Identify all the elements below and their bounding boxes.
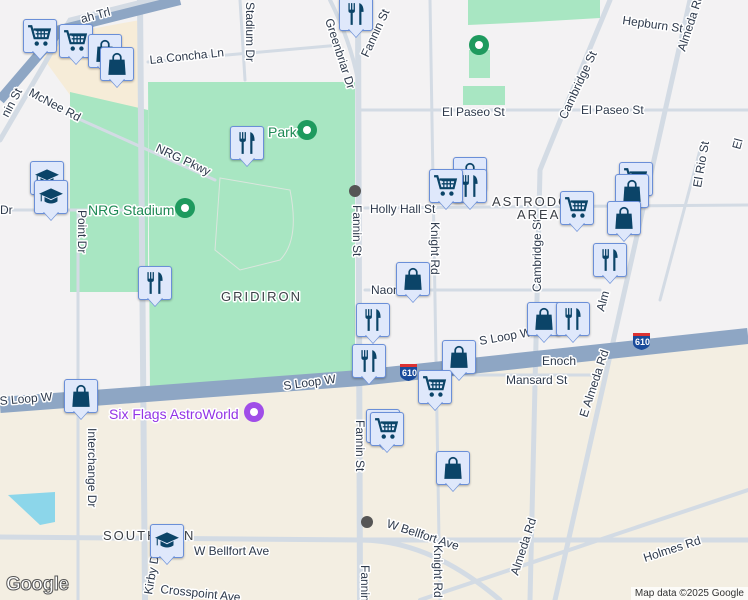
cart-icon [422, 374, 448, 400]
graduation-cap-icon [38, 184, 64, 210]
shopping-bag-icon [104, 51, 130, 77]
graduation-cap-icon [154, 528, 180, 554]
poi-label-six-flags[interactable]: Six Flags AstroWorld [108, 405, 241, 424]
fork-knife-icon [142, 270, 168, 296]
shopping-bag-icon [68, 383, 94, 409]
restaurant-marker[interactable] [556, 302, 590, 346]
shopping-bag-icon [400, 266, 426, 292]
grocery-marker[interactable] [370, 412, 404, 456]
street-label: Fannin St [350, 205, 364, 257]
area-label-south-main-end: N [184, 528, 195, 543]
shopping-marker[interactable] [396, 262, 430, 306]
street-label: Stadium Dr [243, 2, 257, 62]
street-label: El Rio St [690, 139, 712, 188]
park-pin[interactable] [297, 120, 317, 140]
stadium-pin[interactable] [175, 198, 195, 218]
street-label: Enoch [542, 354, 576, 368]
google-logo: Google [5, 574, 69, 596]
street-label: W Bellfort Ave [194, 544, 269, 558]
svg-text:610: 610 [402, 368, 417, 378]
street-label: Fannin St [353, 420, 367, 472]
restaurant-marker[interactable] [352, 344, 386, 388]
cart-icon [27, 23, 53, 49]
poi-label-park[interactable]: Park [267, 123, 300, 142]
grocery-marker[interactable] [418, 370, 452, 414]
area-label-astrodome-2: AREA [517, 207, 560, 222]
cart-icon [564, 195, 590, 221]
street-label: S Loop W [478, 325, 533, 348]
school-marker[interactable] [150, 524, 184, 568]
street-label: Alm [593, 289, 612, 313]
fork-knife-icon [360, 307, 386, 333]
street-label: La Concha Ln [149, 45, 225, 67]
street-label: Holly Hall St [370, 202, 436, 216]
park-west [70, 92, 148, 292]
street-label: Hepburn St [622, 13, 685, 35]
shopping-bag-icon [531, 306, 557, 332]
fork-knife-icon [234, 130, 260, 156]
cart-icon [63, 28, 89, 54]
place-pin[interactable] [469, 35, 489, 55]
street-label: Cambridge St [530, 218, 544, 292]
interstate-shield: 610 [400, 364, 417, 381]
street-label: Point Dr [75, 210, 89, 253]
fork-knife-icon [597, 247, 623, 273]
shopping-marker[interactable] [100, 47, 134, 91]
six-flags-pin[interactable] [244, 402, 264, 422]
shopping-marker[interactable] [607, 201, 641, 245]
shopping-marker[interactable] [64, 379, 98, 423]
shopping-bag-icon [611, 205, 637, 231]
fork-knife-icon [560, 306, 586, 332]
cart-icon [374, 416, 400, 442]
street-label: El Paseo St [581, 103, 644, 117]
street-label: El Paseo St [442, 105, 505, 119]
transit-icon [349, 185, 361, 197]
fork-knife-icon [343, 1, 369, 27]
street-label: Knight Rd [428, 222, 442, 275]
street-label: El [729, 137, 745, 151]
restaurant-marker[interactable] [339, 0, 373, 41]
poi-label-nrg-stadium[interactable]: NRG Stadium [87, 201, 176, 220]
shopping-marker[interactable] [436, 451, 470, 495]
shopping-bag-icon [440, 455, 466, 481]
restaurant-marker[interactable] [356, 303, 390, 347]
restaurant-marker[interactable] [230, 126, 264, 170]
area-label-gridiron: GRIDIRON [221, 289, 302, 304]
interstate-shield-2: 610 [633, 333, 650, 350]
grocery-marker[interactable] [429, 169, 463, 213]
transit-icon-2 [361, 516, 373, 528]
fork-knife-icon [356, 348, 382, 374]
svg-text:610: 610 [635, 337, 650, 347]
cart-icon [433, 173, 459, 199]
street-label: Dr [0, 203, 13, 217]
grocery-marker[interactable] [23, 19, 57, 63]
street-label: Knight Rd [431, 545, 445, 598]
street-label: Interchange Dr [85, 428, 99, 507]
restaurant-marker[interactable] [138, 266, 172, 310]
map-attribution[interactable]: Map data ©2025 Google [630, 587, 748, 600]
school-marker[interactable] [34, 180, 68, 224]
restaurant-marker[interactable] [593, 243, 627, 287]
grocery-marker[interactable] [560, 191, 594, 235]
street-label: Fannin St [358, 565, 372, 600]
shopping-bag-icon [446, 344, 472, 370]
street-label: Mansard St [506, 373, 568, 387]
